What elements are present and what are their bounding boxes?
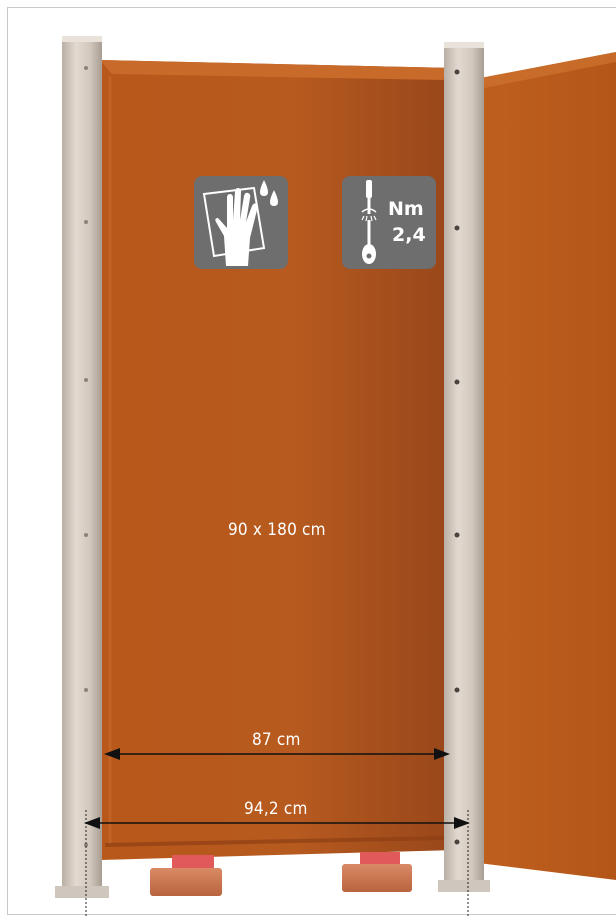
left-post bbox=[55, 36, 109, 898]
right-foot-brick bbox=[342, 852, 412, 892]
outer-width-label: 94,2 cm bbox=[244, 799, 308, 819]
middle-post bbox=[438, 42, 490, 892]
torque-unit: Nm bbox=[388, 198, 424, 220]
left-foot-brick bbox=[150, 855, 222, 896]
panel-size-label: 90 x 180 cm bbox=[228, 520, 326, 540]
cleaning-cloth-hand-icon bbox=[194, 176, 288, 269]
torque-value: 2,4 bbox=[392, 224, 426, 246]
inner-width-label: 87 cm bbox=[252, 730, 301, 750]
right-panel bbox=[470, 52, 616, 880]
privacy-screen-illustration bbox=[55, 36, 616, 916]
torque-wrench-icon: Nm 2,4 bbox=[342, 176, 436, 269]
